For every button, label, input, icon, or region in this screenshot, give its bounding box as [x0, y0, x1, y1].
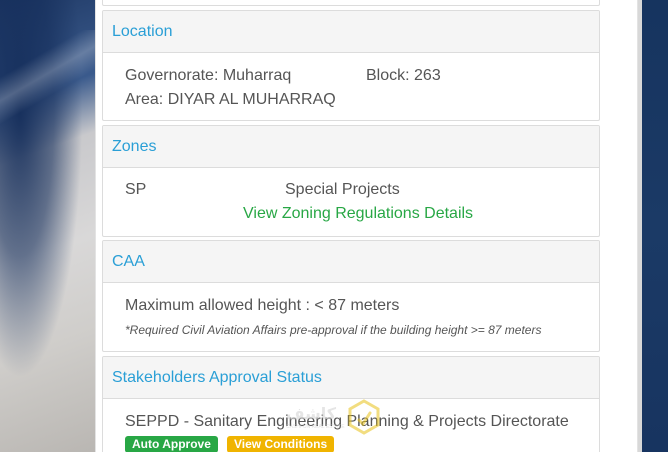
- location-header[interactable]: Location: [103, 11, 599, 53]
- background-light-streak: [0, 30, 100, 130]
- stakeholders-header[interactable]: Stakeholders Approval Status: [103, 357, 599, 399]
- area-value: Area: DIYAR AL MUHARRAQ: [125, 91, 336, 108]
- caa-header[interactable]: CAA: [103, 241, 599, 283]
- zone-name: Special Projects: [285, 181, 400, 198]
- zones-header[interactable]: Zones: [103, 126, 599, 168]
- caa-approval-note: *Required Civil Aviation Affairs pre-app…: [125, 323, 542, 337]
- zoning-regulations-link[interactable]: View Zoning Regulations Details: [243, 205, 473, 223]
- watermark: كاشف CASHFUN REAL ESTATE: [284, 398, 384, 438]
- watermark-subtext: CASHFUN REAL ESTATE: [286, 424, 345, 430]
- auto-approve-badge: Auto Approve: [125, 436, 218, 452]
- zones-card: Zones SP Special Projects View Zoning Re…: [102, 125, 600, 237]
- watermark-logo-icon: [348, 399, 380, 435]
- view-conditions-button[interactable]: View Conditions: [227, 436, 335, 452]
- location-card: Location Governorate: Muharraq Block: 26…: [102, 10, 600, 121]
- previous-card-edge: [102, 0, 600, 6]
- governorate-value: Governorate: Muharraq: [125, 67, 292, 84]
- background-photo-left: [0, 0, 100, 452]
- max-height-text: Maximum allowed height : < 87 meters: [125, 297, 400, 314]
- caa-card: CAA Maximum allowed height : < 87 meters…: [102, 240, 600, 352]
- panel-scrollbar[interactable]: [638, 0, 642, 452]
- block-value: Block: 263: [366, 67, 441, 84]
- watermark-text: كاشف: [286, 406, 337, 423]
- zone-code: SP: [125, 181, 147, 198]
